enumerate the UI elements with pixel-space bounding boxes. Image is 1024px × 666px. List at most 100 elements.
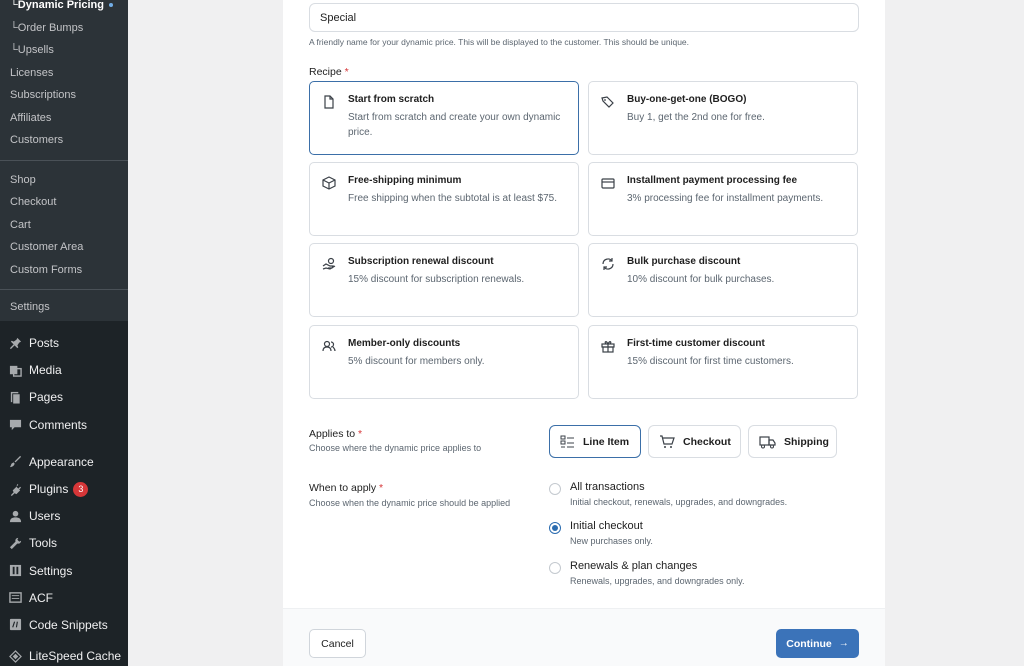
submenu-item-order-bumps[interactable]: └ Order Bumps [0, 17, 128, 40]
menu-label: Appearance [29, 454, 94, 469]
pin-icon [8, 336, 22, 350]
applies-to-checkout[interactable]: Checkout [648, 425, 741, 458]
menu-item-plugins[interactable]: Plugins 3 [0, 475, 128, 502]
recipe-label: Recipe * [309, 66, 349, 78]
submenu-item-shop[interactable]: Shop [0, 169, 128, 192]
recipe-card-member-only-discounts[interactable]: Member-only discounts 5% discount for mem… [309, 325, 579, 399]
menu-item-posts[interactable]: Posts [0, 330, 128, 357]
user-icon [8, 509, 22, 523]
dynamic-price-form: Special A friendly name for your dynamic… [283, 0, 885, 608]
submenu-item-customers[interactable]: Customers [0, 129, 128, 152]
recipe-card-first-time-customer-discount[interactable]: First-time customer discount 15% discount… [588, 325, 858, 399]
menu-item-media[interactable]: Media [0, 357, 128, 384]
menu-label: Comments [29, 417, 88, 432]
recipe-card-bulk-purchase-discount[interactable]: Bulk purchase discount 10% discount for b… [588, 243, 858, 317]
recipe-description: Buy 1, get the 2nd one for free. [627, 112, 765, 123]
submenu-prefix: └ [10, 21, 18, 34]
menu-label: Plugins [29, 482, 69, 497]
menu-item-pages[interactable]: Pages [0, 384, 128, 411]
required-mark: * [379, 482, 384, 494]
document-icon [322, 95, 342, 111]
continue-label: Continue [786, 637, 832, 650]
recipe-description: 15% discount for subscription renewals. [348, 274, 525, 285]
applies-option-label: Line Item [583, 435, 630, 448]
menu-label: Posts [29, 336, 60, 351]
recipe-title: Start from scratch [348, 94, 435, 105]
submenu-item-licenses[interactable]: Licenses [0, 62, 128, 85]
package-icon [322, 176, 342, 192]
submenu-item-affiliates[interactable]: Affiliates [0, 107, 128, 130]
refresh-icon [601, 257, 621, 273]
users-icon [322, 339, 342, 355]
menu-item-acf[interactable]: ACF [0, 584, 128, 611]
radio-button[interactable] [549, 562, 561, 574]
menu-item-appearance[interactable]: Appearance [0, 448, 128, 475]
menu-item-settings[interactable]: Settings [0, 557, 128, 584]
when-option-description: Initial checkout, renewals, upgrades, an… [570, 497, 788, 507]
submenu-item-checkout[interactable]: Checkout [0, 191, 128, 214]
submenu-label: Dynamic Pricing [17, 0, 104, 12]
menu-label: ACF [29, 590, 53, 605]
applies-to-label: Applies to * [309, 428, 481, 440]
recipe-card-subscription-renewal-discount[interactable]: Subscription renewal discount 15% discoun… [309, 243, 579, 317]
recipe-description: 10% discount for bulk purchases. [627, 274, 775, 285]
menu-item-comments[interactable]: Comments [0, 411, 128, 438]
submenu-item-dynamic-pricing[interactable]: └ Dynamic Pricing [0, 0, 128, 17]
tags-icon [601, 95, 621, 111]
plugin-icon [8, 482, 22, 496]
plugin-update-badge: 3 [73, 481, 89, 497]
radio-button[interactable] [549, 483, 561, 495]
applies-to-line-item[interactable]: Line Item [549, 425, 641, 458]
diamond-icon [8, 649, 22, 663]
plugin-submenu: └ Dynamic Pricing └ Order Bumps └ Upsell… [0, 0, 128, 321]
submenu-divider [0, 289, 128, 290]
recipe-description: 3% processing fee for installment paymen… [627, 193, 824, 204]
settings-icon [8, 564, 22, 578]
applies-to-label-text: Applies to [309, 428, 356, 440]
menu-item-code-snippets[interactable]: Code Snippets [0, 611, 128, 638]
submenu-item-subscriptions[interactable]: Subscriptions [0, 84, 128, 107]
submenu-item-upsells[interactable]: └ Upsells [0, 39, 128, 62]
applies-to-shipping[interactable]: Shipping [748, 425, 837, 458]
when-to-apply-label: When to apply * [309, 482, 519, 494]
when-to-apply-help: Choose when the dynamic price should be … [309, 498, 511, 508]
submenu-item-settings[interactable]: Settings [0, 298, 128, 321]
submenu-item-custom-forms[interactable]: Custom Forms [0, 259, 128, 282]
when-option-initial-checkout[interactable]: Initial checkout New purchases only. [549, 520, 653, 546]
menu-label: Settings [29, 563, 73, 578]
submenu-item-customer-area[interactable]: Customer Area [0, 236, 128, 259]
form-footer: Cancel Continue → [283, 608, 885, 666]
cart-icon [659, 434, 675, 449]
when-option-renewals-plan-changes[interactable]: Renewals & plan changes Renewals, upgrade… [549, 560, 744, 586]
when-option-title: Renewals & plan changes [570, 560, 698, 572]
truck-icon [759, 435, 776, 449]
recipe-card-free-shipping-minimum[interactable]: Free-shipping minimum Free shipping when … [309, 162, 579, 236]
arrow-right-icon: → [838, 638, 849, 649]
brush-icon [8, 455, 22, 469]
recipe-card-installment-fee[interactable]: Installment payment processing fee 3% pro… [588, 162, 858, 236]
menu-item-litespeed-cache[interactable]: LiteSpeed Cache [0, 643, 128, 666]
submenu-label: Upsells [17, 44, 54, 57]
continue-button[interactable]: Continue → [776, 629, 859, 658]
submenu-prefix: └ [10, 44, 18, 57]
recipe-card-start-from-scratch[interactable]: Start from scratch Start from scratch and… [309, 81, 579, 155]
recipe-description: Free shipping when the subtotal is at le… [348, 193, 558, 204]
when-option-all-transactions[interactable]: All transactions Initial checkout, renewa… [549, 481, 787, 507]
recipe-title: Installment payment processing fee [627, 175, 798, 186]
menu-item-tools[interactable]: Tools [0, 530, 128, 557]
price-name-input[interactable]: Special [309, 3, 859, 32]
menu-label: Tools [29, 536, 58, 551]
radio-button-checked[interactable] [549, 522, 561, 534]
when-option-title: All transactions [570, 481, 645, 493]
submenu-item-cart[interactable]: Cart [0, 214, 128, 237]
recipe-card-bogo[interactable]: Buy-one-get-one (BOGO) Buy 1, get the 2nd… [588, 81, 858, 155]
menu-label: Media [29, 363, 62, 378]
pages-icon [8, 390, 22, 404]
menu-item-users[interactable]: Users [0, 503, 128, 530]
menu-label: Code Snippets [29, 617, 108, 632]
required-mark: * [358, 428, 363, 440]
submenu-prefix: └ [10, 0, 18, 12]
cancel-button[interactable]: Cancel [309, 629, 366, 658]
price-name-help: A friendly name for your dynamic price. … [309, 37, 690, 47]
submenu-label: Order Bumps [17, 21, 84, 34]
